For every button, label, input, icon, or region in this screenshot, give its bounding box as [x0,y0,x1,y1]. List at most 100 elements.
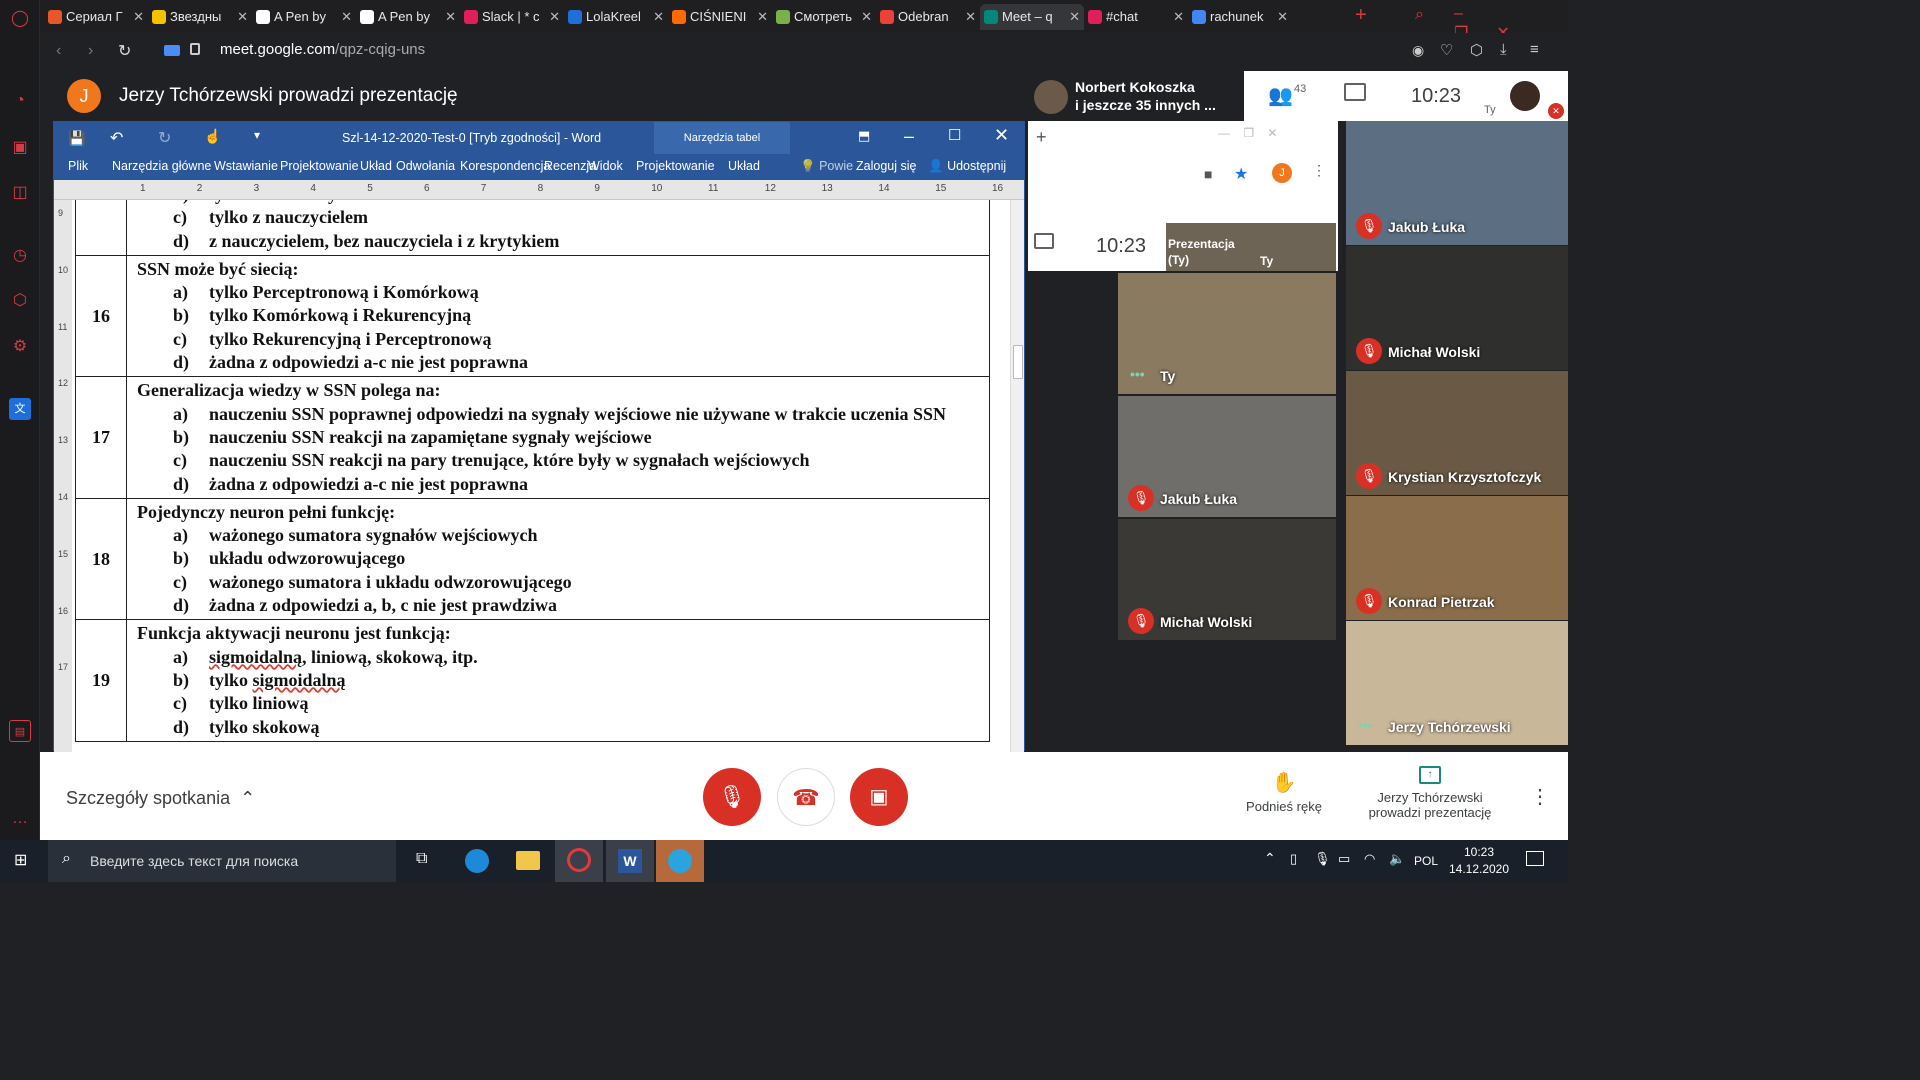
url-field[interactable]: meet.google.com/qpz-cqig-uns [220,41,425,58]
back-icon[interactable]: ‹ [56,42,61,60]
star-icon[interactable]: ★ [1234,164,1248,184]
tab-close-icon[interactable]: ✕ [133,4,144,30]
participant-video-tile[interactable]: 🎙 Michał Wolski [1346,246,1568,370]
kebab-icon[interactable]: ⋮ [1312,162,1326,179]
translate-icon[interactable]: 文 [9,398,31,420]
touch-mode-icon[interactable]: ☝ [204,128,221,145]
word-taskbar-button[interactable]: W [606,840,654,882]
file-explorer-icon[interactable] [516,851,540,870]
question-cell[interactable]: SSN może być siecią: a) tylko Perceptronow… [126,254,990,378]
participant-summary[interactable]: Norbert Kokoszka i jeszcze 35 innych ... [1028,71,1244,121]
tray-battery-icon[interactable]: ▭ [1338,851,1350,867]
tray-wifi-icon[interactable]: ◠ [1364,851,1375,867]
opera-logo-icon[interactable]: ◯ [9,8,31,30]
leave-call-button[interactable]: ☎ [777,768,835,826]
tray-chevron-icon[interactable]: ⌃ [1264,850,1276,867]
heart-icon[interactable]: ♡ [1440,41,1453,59]
camera-in-use-icon[interactable] [164,45,180,56]
question-cell[interactable]: Generalizacja wiedzy w SSN polega na: a) n… [126,376,990,499]
horizontal-ruler[interactable]: 1 2 3 4 5 6 7 8 9 10 11 12 13 14 15 16 [54,180,1024,200]
tray-volume-icon[interactable]: 🔈 [1389,851,1405,867]
browser-tab[interactable]: Смотреть ✕ [772,4,876,30]
browser-tab[interactable]: Звездны ✕ [148,4,252,30]
telegram-taskbar-button[interactable] [656,840,704,882]
raise-hand-button[interactable]: ✋ Podnieś rękę [1236,770,1332,814]
meeting-details-link[interactable]: Szczegóły spotkania ⌃ [66,788,255,809]
tab-close-icon[interactable]: ✕ [445,4,456,30]
shopping-bag-icon[interactable]: ▣ [9,137,31,159]
tab-close-icon[interactable]: ✕ [237,4,248,30]
participant-video-tile[interactable]: 🎙 Konrad Pietrzak [1346,496,1568,620]
tray-mic-icon[interactable]: 🎙 [1314,851,1331,867]
tab-close-icon[interactable]: ✕ [861,4,872,30]
tray-clock[interactable]: 10:23 14.12.2020 [1448,845,1510,876]
tab-close-icon[interactable]: ✕ [653,4,664,30]
inner-video-tile[interactable]: 🎙 Michał Wolski [1118,519,1336,640]
browser-tab[interactable]: Odebran ✕ [876,4,980,30]
edge-icon[interactable] [465,849,489,873]
settings-gear-icon[interactable]: ⚙ [9,336,31,358]
minimize-icon[interactable]: – [904,126,914,147]
forward-icon[interactable]: › [88,42,93,60]
tab-close-icon[interactable]: ✕ [549,4,560,30]
share-button[interactable]: 👤 Udostępnij [928,159,1006,174]
speed-dial-icon[interactable]: ◔ [9,90,31,112]
browser-tab[interactable]: A Pen by ✕ [252,4,356,30]
scroll-thumb[interactable] [1013,345,1023,379]
browser-tab[interactable]: Сериал Г ✕ [44,4,148,30]
question-cell[interactable]: Pojedynczy neuron pełni funkcję: a) ważone… [126,497,990,621]
ribbon-tab[interactable]: Plik [68,159,88,173]
ribbon-tab[interactable]: Układ [360,159,392,173]
tab-close-icon[interactable]: ✕ [341,4,352,30]
ribbon-tab[interactable]: Wstawianie [214,159,278,173]
camera-off-button[interactable]: ▣ [850,768,908,826]
ribbon-tab[interactable]: Projektowanie [636,159,715,173]
new-tab-icon[interactable]: + [1355,4,1367,27]
customize-qat-icon[interactable]: ▾ [254,128,260,142]
lock-icon[interactable] [190,43,200,55]
maximize-icon[interactable]: ☐ [948,126,961,144]
browser-tab[interactable]: rachunek ✕ [1188,4,1292,30]
download-icon[interactable]: ⤓ [1500,41,1507,58]
redo-icon[interactable]: ↻ [158,128,171,148]
question-cell[interactable]: Funkcja aktywacji neuronu jest funkcją: a… [126,619,990,742]
inner-video-tile[interactable]: ••• Ty [1118,273,1336,394]
more-options-icon[interactable]: ⋮ [1530,784,1550,809]
document-area[interactable]: 91011121314151617 b)tylko bez nauczyciel… [54,200,1024,752]
question-cell[interactable]: b)tylko bez nauczycielac)tylko z nauczyc… [126,200,990,256]
chat-icon[interactable] [1344,83,1366,101]
undo-icon[interactable]: ↶ [110,128,123,148]
box-icon[interactable]: ⬡ [1470,41,1483,59]
ribbon-tab[interactable]: Odwołania [396,159,455,173]
participant-video-tile[interactable]: 🎙 Krystian Krzysztofczyk [1346,371,1568,495]
browser-tab[interactable]: #chat ✕ [1084,4,1188,30]
browser-tab[interactable]: Slack | * c ✕ [460,4,564,30]
tab-close-icon[interactable]: ✕ [757,4,768,30]
ribbon-display-icon[interactable]: ⬒ [858,128,870,144]
tray-device-icon[interactable]: ▯ [1290,851,1297,867]
sign-in-link[interactable]: Zaloguj się [856,159,916,173]
close-icon[interactable]: ✕ [994,125,1009,146]
tab-search-icon[interactable]: ⌕ [1415,6,1424,24]
browser-tab[interactable]: CIŚNIENI ✕ [668,4,772,30]
new-tab-icon[interactable]: + [1036,127,1047,148]
tab-close-icon[interactable]: ✕ [1173,4,1184,30]
tab-close-icon[interactable]: ✕ [1277,4,1288,30]
browser-tab[interactable]: Meet – q ✕ [980,4,1084,30]
save-icon[interactable]: 💾 [68,130,85,147]
reload-icon[interactable]: ↻ [118,41,131,61]
vertical-scrollbar[interactable] [1010,200,1024,752]
tray-language[interactable]: POL [1414,854,1438,868]
taskbar-search[interactable]: ⌕ Введите здесь текст для поиска [48,840,396,882]
snapshot-camera-icon[interactable]: ◉ [1412,42,1424,59]
browser-tab[interactable]: LolaKreel ✕ [564,4,668,30]
windows-start-icon[interactable]: ⊞ [14,852,32,870]
ribbon-tab[interactable]: Widok [588,159,623,173]
presenting-button[interactable]: ↑ Jerzy Tchórzewski prowadzi prezentację [1350,766,1510,820]
notifications-icon[interactable] [1526,851,1544,866]
menu-icon[interactable]: ≡ [1530,41,1539,58]
tab-close-icon[interactable]: ✕ [1069,4,1080,30]
meter-icon[interactable]: ▤ [9,720,31,742]
tell-me-search[interactable]: 💡 Powie [800,159,853,174]
more-dots-icon[interactable]: … [9,808,31,830]
